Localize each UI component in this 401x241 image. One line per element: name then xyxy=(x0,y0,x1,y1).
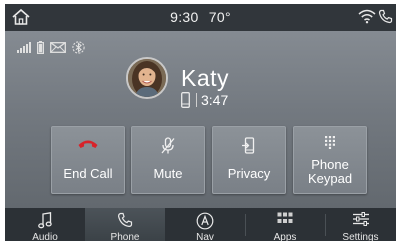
music-note-icon xyxy=(5,212,85,230)
navigation-icon xyxy=(165,212,245,230)
mute-mic-icon xyxy=(132,137,204,157)
privacy-button[interactable]: Privacy xyxy=(212,126,286,194)
call-duration: 3:47 xyxy=(201,92,229,108)
message-icon xyxy=(50,41,66,53)
phone-keypad-label-line1: Phone xyxy=(311,157,349,172)
clock-temperature: 9:30 70° xyxy=(5,9,396,25)
end-call-button[interactable]: End Call xyxy=(51,126,125,194)
end-call-icon xyxy=(52,137,124,157)
top-status-bar: 9:30 70° xyxy=(5,4,396,31)
privacy-icon xyxy=(213,137,285,157)
bluetooth-icon xyxy=(72,40,85,54)
phone-keypad-label: Phone Keypad xyxy=(294,158,366,186)
mobile-phone-icon xyxy=(181,92,190,108)
privacy-label: Privacy xyxy=(227,166,271,181)
call-info: 3:47 xyxy=(181,90,228,110)
nav-settings[interactable]: Settings xyxy=(325,208,396,241)
nav-navigation-label: Nav xyxy=(196,232,214,241)
caller-name: Katy xyxy=(181,65,230,91)
mute-label: Mute xyxy=(153,166,183,181)
keypad-icon xyxy=(294,135,366,155)
clock-time: 9:30 xyxy=(170,9,199,25)
nav-apps[interactable]: Apps xyxy=(245,208,325,241)
nav-audio[interactable]: Audio xyxy=(5,208,85,241)
outside-temperature: 70° xyxy=(208,9,231,25)
status-icons-row xyxy=(17,40,85,54)
call-actions: End Call Mute Privacy Phone Keypad xyxy=(51,126,383,196)
uconnect-screen: 9:30 70° Katy 3:47 End Call Mute Privacy… xyxy=(5,4,396,241)
bottom-nav: Audio Phone Nav Apps Settings xyxy=(5,208,396,241)
settings-sliders-icon xyxy=(325,212,396,230)
caller-avatar xyxy=(126,57,168,99)
divider xyxy=(196,93,197,107)
nav-apps-label: Apps xyxy=(273,232,297,241)
end-call-label: End Call xyxy=(63,166,113,181)
phone-keypad-label-line2: Keypad xyxy=(307,171,353,186)
nav-settings-label: Settings xyxy=(342,232,379,241)
wifi-icon xyxy=(358,9,376,24)
nav-phone[interactable]: Phone xyxy=(85,208,165,241)
apps-grid-icon xyxy=(245,212,325,230)
battery-icon xyxy=(37,40,44,54)
mute-button[interactable]: Mute xyxy=(131,126,205,194)
nav-navigation[interactable]: Nav xyxy=(165,208,245,241)
active-call-icon xyxy=(378,9,393,24)
phone-icon xyxy=(85,212,165,230)
signal-icon xyxy=(17,41,31,53)
phone-keypad-button[interactable]: Phone Keypad xyxy=(293,126,367,194)
nav-audio-label: Audio xyxy=(32,232,58,241)
nav-phone-label: Phone xyxy=(110,232,140,241)
